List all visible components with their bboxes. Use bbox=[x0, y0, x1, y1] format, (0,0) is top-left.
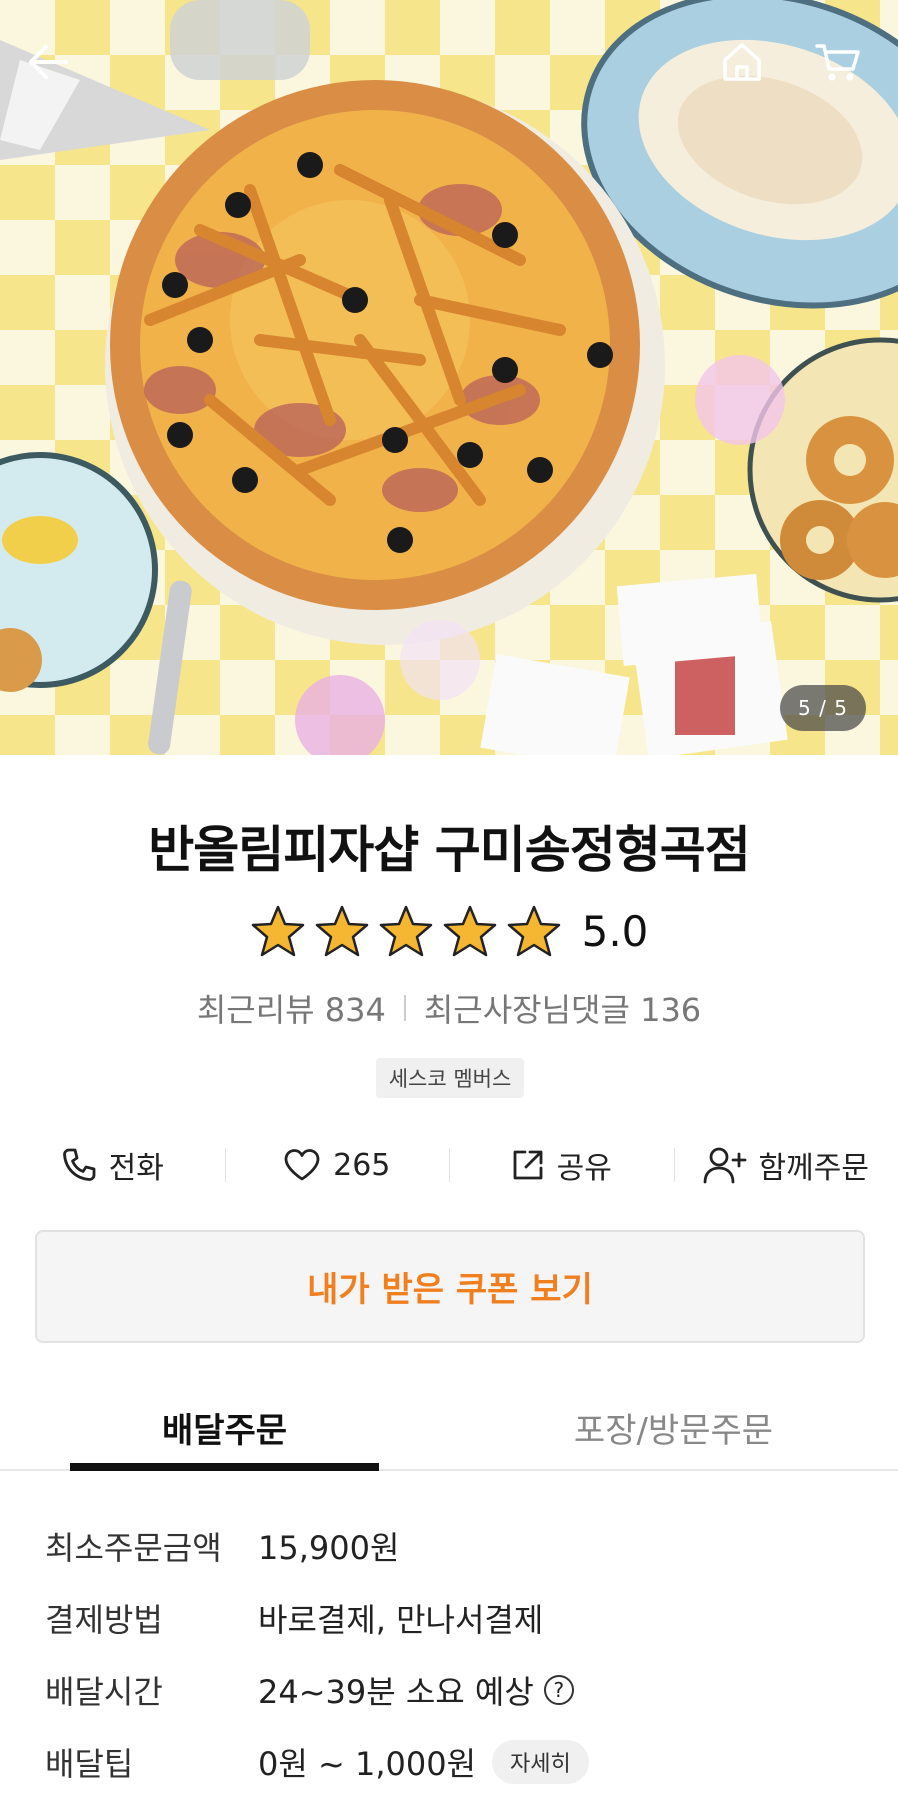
owner-replies-link[interactable]: 최근사장님댓글 136 bbox=[424, 985, 701, 1031]
heart-icon bbox=[284, 1149, 320, 1181]
share-label: 공유 bbox=[556, 1151, 612, 1186]
recent-reviews-link[interactable]: 최근리뷰 834 bbox=[197, 985, 386, 1031]
payment-value: 바로결제, 만나서결제 bbox=[258, 1601, 544, 1639]
group-order-label: 함께주문 bbox=[758, 1151, 869, 1186]
tab-delivery[interactable]: 배달주문 bbox=[0, 1385, 449, 1471]
delivery-tip-value: 0원 ~ 1,000원 bbox=[258, 1745, 477, 1783]
delivery-info: 최소주문금액 15,900원 결제방법 바로결제, 만나서결제 배달시간 24~… bbox=[45, 1510, 865, 1798]
back-arrow-icon bbox=[29, 45, 68, 79]
group-order-button[interactable]: 함께주문 bbox=[673, 1130, 898, 1200]
cesco-badge: 세스코 멤버스 bbox=[376, 1058, 524, 1098]
store-name: 반올림피자샵 구미송정형곡점 bbox=[148, 821, 750, 879]
star-icon bbox=[507, 905, 560, 957]
star-icon bbox=[379, 905, 432, 957]
order-type-tabs: 배달주문 포장/방문주문 bbox=[0, 1385, 898, 1471]
action-bar: 전화 265 공유 함께주문 bbox=[0, 1130, 898, 1200]
share-button[interactable]: 공유 bbox=[449, 1130, 674, 1200]
add-person-icon bbox=[703, 1147, 746, 1184]
tip-detail-button[interactable]: 자세히 bbox=[492, 1740, 589, 1784]
delivery-time-row: 배달시간 24~39분 소요 예상 ? bbox=[45, 1654, 865, 1726]
rating-value: 5.0 bbox=[581, 906, 649, 956]
call-label: 전화 bbox=[108, 1151, 164, 1186]
like-count: 265 bbox=[333, 1147, 391, 1183]
call-button[interactable]: 전화 bbox=[0, 1130, 225, 1200]
min-order-row: 최소주문금액 15,900원 bbox=[45, 1510, 865, 1582]
delivery-tip-label: 배달팁 bbox=[45, 1745, 134, 1783]
star-icon bbox=[443, 905, 496, 957]
back-button[interactable] bbox=[26, 40, 86, 100]
star-icon bbox=[251, 905, 304, 957]
cart-icon bbox=[815, 44, 860, 81]
cart-button[interactable] bbox=[815, 40, 875, 100]
phone-icon bbox=[62, 1148, 96, 1181]
divider bbox=[403, 995, 406, 1021]
like-button[interactable]: 265 bbox=[224, 1130, 450, 1200]
delivery-tip-value-wrap: 0원 ~ 1,000원 자세히 bbox=[258, 1739, 589, 1785]
home-icon bbox=[723, 43, 761, 81]
pizza-photo-illustration bbox=[0, 0, 898, 755]
share-icon bbox=[513, 1150, 543, 1180]
question-icon[interactable]: ? bbox=[543, 1675, 574, 1705]
view-coupons-button[interactable]: 내가 받은 쿠폰 보기 bbox=[35, 1230, 865, 1343]
delivery-tip-row: 배달팁 0원 ~ 1,000원 자세히 bbox=[45, 1726, 865, 1798]
min-order-value: 15,900원 bbox=[258, 1529, 400, 1567]
payment-label: 결제방법 bbox=[45, 1601, 163, 1639]
tab-pickup[interactable]: 포장/방문주문 bbox=[449, 1385, 898, 1469]
delivery-time-value-wrap: 24~39분 소요 예상 ? bbox=[258, 1667, 574, 1713]
image-counter: 5 / 5 bbox=[780, 685, 866, 731]
review-counts: 최근리뷰 834 최근사장님댓글 136 bbox=[0, 985, 898, 1031]
star-icon bbox=[315, 905, 368, 957]
home-button[interactable] bbox=[720, 40, 780, 100]
rating-row: 5.0 bbox=[0, 905, 898, 957]
store-photo[interactable]: 5 / 5 bbox=[0, 0, 898, 755]
payment-row: 결제방법 바로결제, 만나서결제 bbox=[45, 1582, 865, 1654]
delivery-time-label: 배달시간 bbox=[45, 1673, 163, 1711]
delivery-time-value: 24~39분 소요 예상 bbox=[258, 1673, 534, 1711]
min-order-label: 최소주문금액 bbox=[45, 1529, 222, 1567]
